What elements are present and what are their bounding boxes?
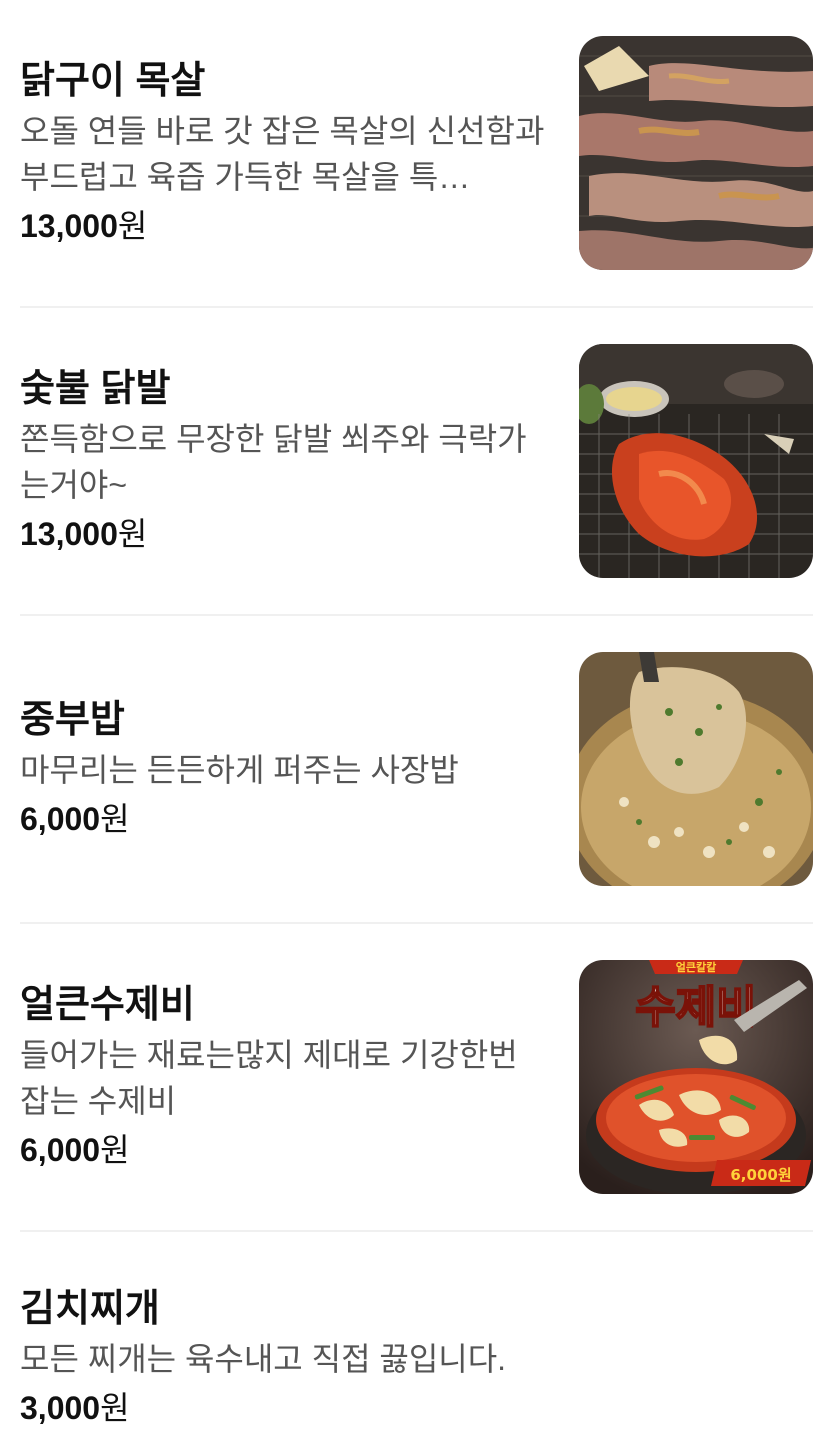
menu-item-name: 숯불 닭발 bbox=[20, 368, 171, 410]
menu-item-text: 중부밥 마무리는 든든하게 퍼주는 사장밥 6,000원 bbox=[20, 695, 545, 843]
menu-item-text: 얼큰수제비 들어가는 재료는많지 제대로 기강한번 잡는 수제비 6,000원 bbox=[20, 980, 545, 1174]
menu-item-description: 들어가는 재료는많지 제대로 기강한번 잡는 수제비 bbox=[20, 1037, 518, 1119]
grilled-chicken-neck-photo[interactable] bbox=[579, 36, 813, 270]
price-amount: 13,000 bbox=[20, 208, 118, 244]
menu-item-price: 13,000원 bbox=[20, 510, 545, 558]
menu-item-name: 닭구이 목살 bbox=[20, 60, 206, 102]
menu-item-description: 오돌 연들 바로 갓 잡은 목살의 신선함과 부드럽고 육즙 가득한 목살을 특… bbox=[20, 113, 545, 195]
menu-item-description: 모든 찌개는 육수내고 직접 끓입니다. bbox=[20, 1341, 507, 1377]
price-amount: 3,000 bbox=[20, 1390, 101, 1426]
menu-item-text: 김치찌개 모든 찌개는 육수내고 직접 끓입니다. 3,000원 bbox=[20, 1284, 545, 1432]
spicy-sujebi-photo[interactable]: 얼큰칼칼 수제비 6,000원 bbox=[579, 960, 813, 1194]
banner-top-text: 얼큰칼칼 bbox=[676, 960, 716, 974]
price-currency: 원 bbox=[100, 801, 130, 837]
menu-item[interactable]: 숯불 닭발 쫀득함으로 무장한 닭발 쐬주와 극락가는거야~ 13,000원 bbox=[20, 308, 813, 616]
charcoal-chicken-feet-photo[interactable] bbox=[579, 344, 813, 578]
menu-item-description: 마무리는 든든하게 퍼주는 사장밥 bbox=[20, 752, 459, 788]
price-amount: 13,000 bbox=[20, 516, 118, 552]
menu-list: 닭구이 목살 오돌 연들 바로 갓 잡은 목살의 신선함과 부드럽고 육즙 가득… bbox=[20, 0, 813, 1432]
menu-item-name: 김치찌개 bbox=[20, 1288, 160, 1330]
price-amount: 6,000 bbox=[20, 801, 101, 837]
price-currency: 원 bbox=[100, 1390, 130, 1426]
menu-item[interactable]: 닭구이 목살 오돌 연들 바로 갓 잡은 목살의 신선함과 부드럽고 육즙 가득… bbox=[20, 0, 813, 308]
menu-item-name: 얼큰수제비 bbox=[20, 984, 195, 1026]
fried-rice-pan-photo[interactable] bbox=[579, 652, 813, 886]
menu-item[interactable]: 김치찌개 모든 찌개는 육수내고 직접 끓입니다. 3,000원 bbox=[20, 1232, 813, 1432]
menu-item[interactable]: 얼큰수제비 들어가는 재료는많지 제대로 기강한번 잡는 수제비 6,000원 … bbox=[20, 924, 813, 1232]
menu-item-price: 6,000원 bbox=[20, 1126, 545, 1174]
price-currency: 원 bbox=[117, 516, 148, 552]
menu-item-text: 숯불 닭발 쫀득함으로 무장한 닭발 쐬주와 극락가는거야~ 13,000원 bbox=[20, 364, 545, 558]
menu-item-description: 쫀득함으로 무장한 닭발 쐬주와 극락가는거야~ bbox=[20, 421, 527, 503]
menu-item[interactable]: 중부밥 마무리는 든든하게 퍼주는 사장밥 6,000원 bbox=[20, 616, 813, 924]
price-amount: 6,000 bbox=[20, 1132, 101, 1168]
price-currency: 원 bbox=[100, 1132, 130, 1168]
menu-item-text: 닭구이 목살 오돌 연들 바로 갓 잡은 목살의 신선함과 부드럽고 육즙 가득… bbox=[20, 56, 545, 250]
image-price-tag: 6,000원 bbox=[730, 1166, 791, 1184]
menu-item-name: 중부밥 bbox=[20, 699, 125, 741]
price-currency: 원 bbox=[117, 208, 148, 244]
menu-item-price: 6,000원 bbox=[20, 795, 545, 843]
menu-item-price: 13,000원 bbox=[20, 202, 545, 250]
